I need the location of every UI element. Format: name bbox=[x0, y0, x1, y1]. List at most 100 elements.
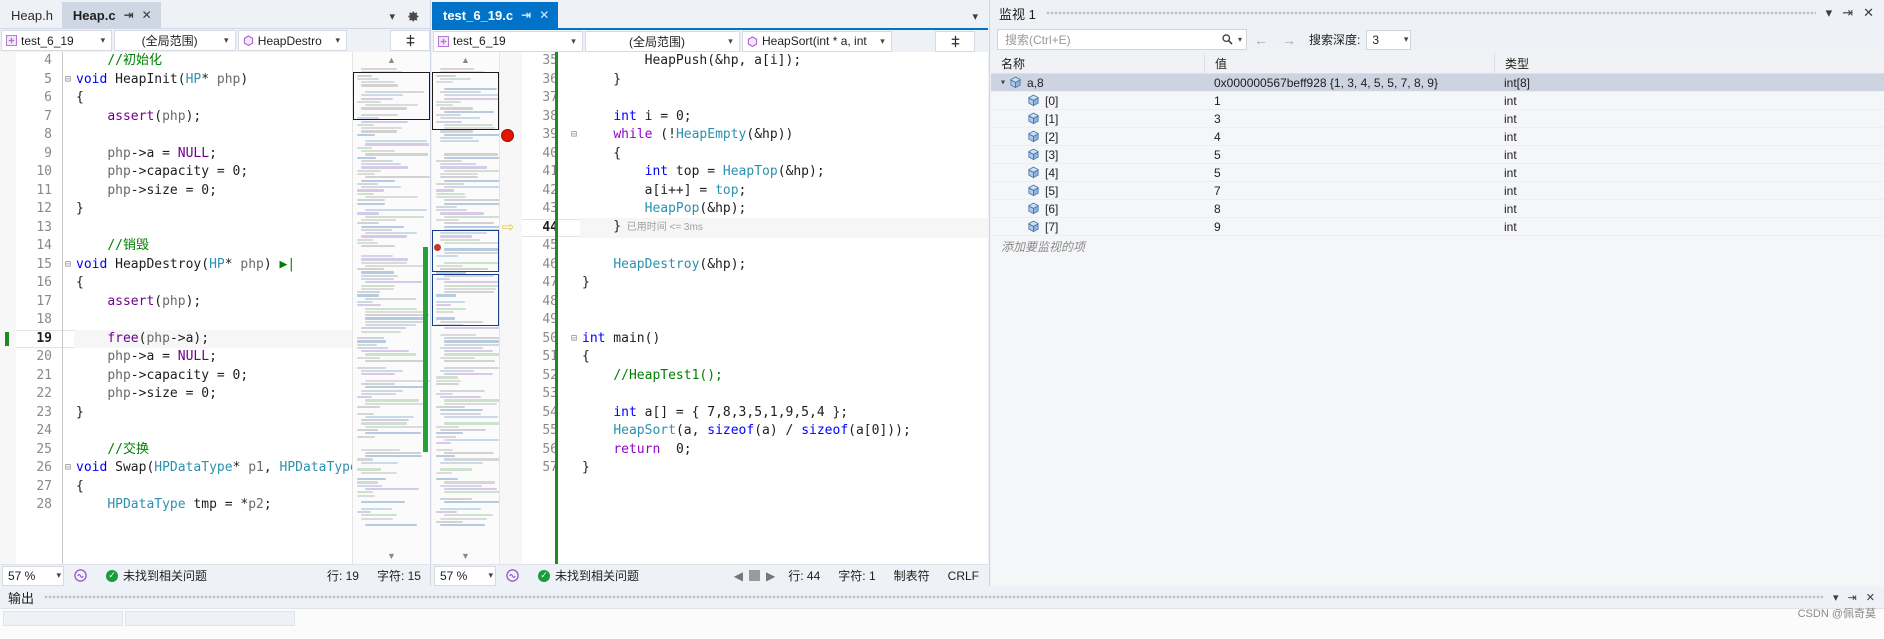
left-scope-combo[interactable]: (全局范围) ▾ bbox=[114, 30, 236, 51]
tab-heap-h[interactable]: Heap.h bbox=[0, 2, 62, 28]
tab-overflow-chevron-down-icon[interactable]: ▾ bbox=[972, 10, 978, 23]
output-tab-placeholder-2[interactable] bbox=[125, 611, 295, 626]
fold-toggle-icon[interactable]: ⊟ bbox=[568, 330, 580, 349]
watch-row-value[interactable]: 3 bbox=[1204, 110, 1494, 127]
watch-row-name-cell[interactable]: [6] bbox=[991, 200, 1204, 217]
scroll-right-icon[interactable]: ▶ bbox=[766, 569, 775, 583]
breakpoint-icon[interactable] bbox=[501, 129, 514, 142]
right-minimap-viewport[interactable] bbox=[432, 230, 499, 272]
watch-row[interactable]: [2] 4 int bbox=[991, 128, 1884, 146]
right-minimap-viewport-top[interactable] bbox=[432, 72, 499, 130]
left-issues-status[interactable]: ✓ 未找到相关问题 bbox=[97, 567, 216, 584]
watch-row-name-cell[interactable]: [5] bbox=[991, 182, 1204, 199]
watch-row-name-cell[interactable]: [0] bbox=[991, 92, 1204, 109]
left-minimap[interactable]: ▲ ▼ bbox=[352, 52, 430, 564]
code-line[interactable]: 27 { bbox=[16, 478, 352, 497]
right-code-area[interactable]: 35 HeapPush(&hp, a[i]); 36 } 37 38 int i = … bbox=[500, 52, 988, 564]
code-line[interactable]: 25 //交换 bbox=[16, 441, 352, 460]
add-watch-row[interactable]: 添加要监视的项 bbox=[991, 236, 1884, 255]
watch-row-value[interactable]: 7 bbox=[1204, 182, 1494, 199]
chevron-down-icon[interactable]: ▾ bbox=[1826, 5, 1833, 21]
close-icon[interactable]: ✕ bbox=[539, 9, 549, 21]
code-line[interactable]: 57} bbox=[522, 459, 988, 478]
watch-row[interactable]: ▲ a,8 0x000000567beff928 {1, 3, 4, 5, 5, 7… bbox=[991, 74, 1884, 92]
code-line[interactable]: 35 HeapPush(&hp, a[i]); bbox=[522, 52, 988, 71]
code-line[interactable]: 55 HeapSort(a, sizeof(a) / sizeof(a[0]))… bbox=[522, 422, 988, 441]
right-minimap[interactable]: ▲ ▼ bbox=[432, 52, 500, 564]
left-zoom-combo[interactable]: 57 % ▾ bbox=[2, 565, 64, 586]
code-line[interactable]: 6{ bbox=[16, 89, 352, 108]
code-line[interactable]: 39 ⊟ while (!HeapEmpty(&hp)) bbox=[522, 126, 988, 145]
code-line[interactable]: 51 { bbox=[522, 348, 988, 367]
editor-splitter[interactable] bbox=[430, 0, 431, 586]
watch-row-value[interactable]: 8 bbox=[1204, 200, 1494, 217]
left-indicator-margin[interactable] bbox=[0, 52, 16, 564]
code-line[interactable]: 49 bbox=[522, 311, 988, 330]
code-line[interactable]: 42 a[i++] = top; bbox=[522, 182, 988, 201]
watch-row-name-cell[interactable]: [3] bbox=[991, 146, 1204, 163]
minimap-scroll-up-icon[interactable]: ▲ bbox=[432, 52, 499, 68]
watch-rows[interactable]: ▲ a,8 0x000000567beff928 {1, 3, 4, 5, 5, 7… bbox=[991, 74, 1884, 236]
right-minimap-viewport-2[interactable] bbox=[432, 274, 499, 326]
chevron-down-icon[interactable]: ▾ bbox=[876, 36, 889, 47]
tab-test-6-19-c[interactable]: test_6_19.c ⇥ ✕ bbox=[432, 2, 559, 28]
watch-row-name-cell[interactable]: [1] bbox=[991, 110, 1204, 127]
code-line[interactable]: 38 int i = 0; bbox=[522, 108, 988, 127]
column-header-name[interactable]: 名称 bbox=[991, 53, 1204, 73]
chevron-down-icon[interactable]: ▾ bbox=[1833, 591, 1839, 604]
right-scope-combo[interactable]: (全局范围) ▾ bbox=[585, 30, 740, 52]
watch-row-value[interactable]: 0x000000567beff928 {1, 3, 4, 5, 5, 7, 8,… bbox=[1204, 74, 1494, 91]
watch-grid[interactable]: 名称 值 类型 ▲ a,8 0x000000567beff928 {1, 3, 4,… bbox=[991, 53, 1884, 586]
close-icon[interactable]: ✕ bbox=[142, 9, 152, 21]
left-intellicode-icon[interactable] bbox=[64, 568, 97, 583]
column-header-value[interactable]: 值 bbox=[1204, 53, 1494, 73]
right-zoom-combo[interactable]: 57 % ▾ bbox=[434, 565, 496, 586]
code-line[interactable]: 47} bbox=[522, 274, 988, 293]
search-next-icon[interactable]: → bbox=[1275, 32, 1303, 48]
search-icon[interactable] bbox=[1221, 33, 1234, 46]
watch-row-name-cell[interactable]: [2] bbox=[991, 128, 1204, 145]
code-line[interactable]: 50 ⊟ int main() bbox=[522, 330, 988, 349]
watch-row-name-cell[interactable]: ▲ a,8 bbox=[991, 74, 1204, 91]
watch-row[interactable]: [3] 5 int bbox=[991, 146, 1884, 164]
output-body[interactable] bbox=[0, 608, 1884, 639]
code-line[interactable]: 36 } bbox=[522, 71, 988, 90]
watch-row[interactable]: [6] 8 int bbox=[991, 200, 1884, 218]
scroll-thumb[interactable] bbox=[749, 570, 761, 581]
tab-heap-c[interactable]: Heap.c ⇥ ✕ bbox=[61, 2, 161, 28]
chevron-down-icon[interactable]: ▾ bbox=[724, 36, 737, 47]
pin-icon[interactable]: ⇥ bbox=[124, 9, 134, 21]
minimap-scroll-down-icon[interactable]: ▼ bbox=[432, 548, 499, 564]
search-depth-combo[interactable]: 3 ▾ bbox=[1366, 29, 1412, 50]
code-line[interactable]: 44 } 已用时间 <= 3ms bbox=[522, 218, 988, 238]
chevron-down-icon[interactable]: ▾ bbox=[56, 570, 61, 581]
pin-icon[interactable]: ⇥ bbox=[1848, 591, 1857, 604]
column-header-type[interactable]: 类型 bbox=[1494, 53, 1884, 73]
right-intellicode-icon[interactable] bbox=[496, 568, 529, 583]
fold-toggle-icon[interactable]: ⊟ bbox=[62, 459, 74, 478]
code-line[interactable]: 16 { bbox=[16, 274, 352, 293]
watch-row-value[interactable]: 5 bbox=[1204, 146, 1494, 163]
watch-row[interactable]: [4] 5 int bbox=[991, 164, 1884, 182]
search-previous-icon[interactable]: ← bbox=[1247, 32, 1275, 48]
chevron-down-icon[interactable]: ▾ bbox=[96, 35, 109, 46]
right-indicator-margin[interactable] bbox=[500, 52, 522, 564]
code-line[interactable]: 22 php->size = 0; bbox=[16, 385, 352, 404]
left-symbol-combo[interactable]: HeapDestro ▾ bbox=[237, 30, 348, 51]
expander-collapse-icon[interactable]: ▲ bbox=[998, 79, 1008, 87]
code-line[interactable]: 8 bbox=[16, 126, 352, 145]
watch-row-value[interactable]: 1 bbox=[1204, 92, 1494, 109]
code-line[interactable]: 20 php->a = NULL; bbox=[16, 348, 352, 367]
output-tab-placeholder[interactable] bbox=[3, 611, 123, 626]
left-minimap-viewport[interactable] bbox=[353, 72, 430, 120]
minimap-scroll-down-icon[interactable]: ▼ bbox=[353, 548, 430, 564]
watch-row-name-cell[interactable]: [4] bbox=[991, 164, 1204, 181]
pin-icon[interactable]: ⇥ bbox=[1842, 5, 1853, 21]
right-issues-status[interactable]: ✓ 未找到相关问题 bbox=[529, 567, 648, 584]
code-line[interactable]: 5 ⊟ void HeapInit(HP* php) bbox=[16, 71, 352, 90]
watch-row-name-cell[interactable]: [7] bbox=[991, 218, 1204, 235]
close-icon[interactable]: ✕ bbox=[1866, 591, 1875, 604]
left-code-lines[interactable]: 4 //初始化 5 ⊟ void HeapInit(HP* php) 6{7 asser… bbox=[16, 52, 352, 564]
code-line[interactable]: 12} bbox=[16, 200, 352, 219]
fold-toggle-icon[interactable]: ⊟ bbox=[62, 71, 74, 90]
